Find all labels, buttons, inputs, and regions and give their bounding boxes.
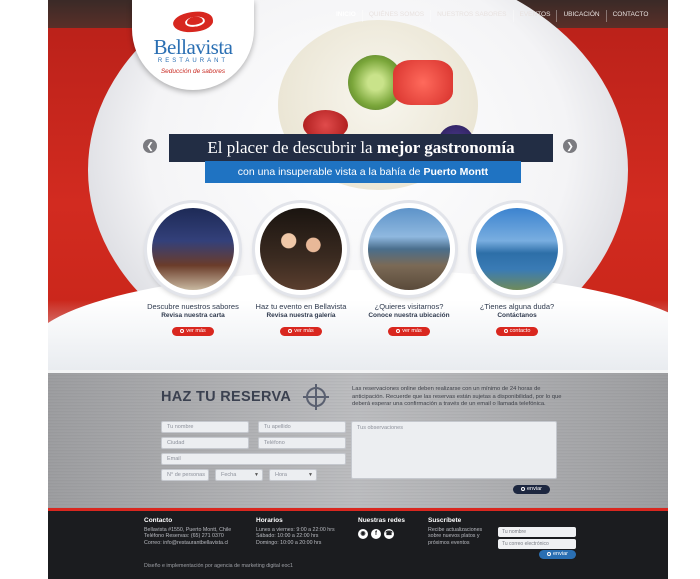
ver-mas-button[interactable]: ver más — [280, 327, 322, 336]
nav-ubicacion[interactable]: UBICACIÓN — [556, 10, 605, 22]
page: El placer de descubrir la mejor gastrono… — [48, 0, 668, 579]
reservation-info: Las reservaciones online deben realizars… — [352, 386, 562, 407]
footer-line: Recibe actualizaciones — [428, 526, 483, 533]
nav-inicio[interactable]: INICIO — [330, 10, 362, 22]
logo-mark-icon — [171, 9, 215, 35]
footer-credits: Diseño e implementación por agencia de m… — [144, 563, 293, 569]
feature-line1: ¿Quieres visitarnos? — [374, 302, 444, 311]
footer-line: Bellavista #1550, Puerto Montt, Chile — [144, 526, 232, 533]
feature-line1: Haz tu evento en Bellavista — [255, 302, 347, 311]
nav-nuestros-sabores[interactable]: NUESTROS SABORES — [430, 10, 512, 22]
feature-ubicacion-image-link[interactable] — [363, 203, 455, 295]
chevron-left-icon: ❮ — [146, 141, 154, 151]
footer-email-link[interactable]: Correo: info@restaurantbellavista.cl — [144, 540, 231, 547]
fecha-select[interactable]: Fecha ▼ — [215, 469, 263, 481]
ciudad-field[interactable]: Ciudad — [161, 437, 249, 449]
instagram-icon[interactable]: ◉ — [358, 528, 368, 539]
hero-title: El placer de descubrir la mejor gastrono… — [169, 134, 553, 162]
hora-select[interactable]: Hora ▼ — [269, 469, 317, 481]
contacto-button[interactable]: contacto — [495, 327, 539, 336]
logo-name: Bellavista — [153, 35, 233, 59]
nav-eventos[interactable]: EVENTOS — [512, 10, 557, 22]
logo-tagline: Seducción de sabores — [160, 68, 226, 75]
footer-heading: Nuestras redes — [358, 517, 405, 524]
feature-contacto-image-link[interactable] — [471, 203, 563, 295]
feature-sabores-image-link[interactable] — [147, 203, 239, 295]
nav-quienes-somos[interactable]: QUIÉNES SOMOS — [361, 10, 430, 22]
reservation-title: HAZ TU RESERVA — [161, 389, 292, 405]
ship-wheel-icon — [303, 384, 329, 410]
footer-line: Sábado: 10:00 a 22:00 hrs — [256, 533, 319, 540]
terrace-photo — [368, 208, 450, 290]
feature-line2: Contáctanos — [497, 312, 537, 319]
main-nav: INICIO QUIÉNES SOMOS NUESTROS SABORES EV… — [330, 10, 654, 22]
facebook-icon[interactable]: f — [371, 528, 381, 539]
chevron-right-icon: ❯ — [566, 141, 574, 151]
circle-icon — [503, 328, 508, 333]
subscribe-email-input[interactable]: Tu correo electrónico — [498, 539, 576, 549]
personas-field[interactable]: N° de personas — [161, 469, 209, 481]
event-photo — [260, 208, 342, 290]
feature-ubicacion: ¿Quieres visitarnos? Conoce nuestra ubic… — [354, 203, 464, 337]
footer-heading: Contacto — [144, 517, 173, 524]
feature-contacto: ¿Tienes alguna duda? Contáctanos contact… — [462, 203, 572, 337]
feature-line2: Revisa nuestra carta — [161, 312, 225, 319]
telefono-field[interactable]: Teléfono — [258, 437, 346, 449]
subscribe-name-input[interactable]: Tu nombre — [498, 527, 576, 537]
send-icon — [547, 551, 551, 556]
email-field[interactable]: Email — [161, 453, 346, 465]
footer-line: Domingo: 10:00 a 20:00 hrs — [256, 539, 322, 546]
ver-mas-button[interactable]: ver más — [388, 327, 430, 336]
footer-heading: Suscríbete — [428, 517, 462, 524]
social-links: ◉ f ☎ — [358, 528, 405, 539]
feature-line2: Conoce nuestra ubicación — [368, 312, 450, 319]
circle-icon — [180, 328, 185, 333]
hero-subtitle: con una insuperable vista a la bahía de … — [205, 161, 521, 183]
reserva-submit-button[interactable]: enviar — [513, 485, 550, 494]
footer-line: Teléfono Reservas: (65) 271 0370 — [144, 533, 224, 540]
watermelon-piece — [393, 60, 453, 105]
ver-mas-button[interactable]: ver más — [172, 327, 214, 336]
footer-contacto: Contacto Bellavista #1550, Puerto Montt,… — [144, 517, 232, 547]
footer-line: Lunes a viernes: 9:00 a 22:00 hrs — [256, 526, 335, 533]
food-photo — [152, 208, 234, 290]
circle-icon — [288, 328, 293, 333]
footer-suscribete: Suscríbete Recibe actualizaciones sobre … — [428, 517, 483, 546]
nombre-field[interactable]: Tu nombre — [161, 421, 249, 433]
footer-horarios: Horarios Lunes a viernes: 9:00 a 22:00 h… — [256, 517, 335, 546]
observaciones-textarea[interactable]: Tus observaciones — [351, 421, 557, 479]
chevron-down-icon: ▼ — [254, 472, 259, 478]
feature-sabores: Descubre nuestros sabores Revisa nuestra… — [138, 203, 248, 337]
feature-line1: ¿Tienes alguna duda? — [479, 302, 555, 311]
feature-line2: Revisa nuestra galería — [266, 312, 336, 319]
footer-line: próximos eventos — [428, 539, 470, 546]
subscribe-button[interactable]: enviar — [539, 550, 576, 559]
circle-icon — [396, 328, 401, 333]
footer-line: sobre nuevos platos y — [428, 533, 480, 540]
feature-eventos-image-link[interactable] — [255, 203, 347, 295]
feature-line1: Descubre nuestros sabores — [147, 302, 239, 311]
reservation-section: HAZ TU RESERVA Las reservaciones online … — [48, 373, 668, 508]
send-icon — [521, 486, 525, 491]
bay-photo — [476, 208, 558, 290]
feature-eventos: Haz tu evento en Bellavista Revisa nuest… — [246, 203, 356, 337]
footer-heading: Horarios — [256, 517, 283, 524]
nav-contacto[interactable]: CONTACTO — [605, 10, 655, 22]
chevron-down-icon: ▼ — [308, 472, 313, 478]
apellido-field[interactable]: Tu apellido — [258, 421, 346, 433]
slider-prev-button[interactable]: ❮ — [143, 139, 157, 153]
footer-redes: Nuestras redes ◉ f ☎ — [358, 517, 405, 539]
slider-next-button[interactable]: ❯ — [563, 139, 577, 153]
logo-sub: RESTAURANT — [157, 58, 229, 64]
whatsapp-icon[interactable]: ☎ — [384, 528, 394, 539]
